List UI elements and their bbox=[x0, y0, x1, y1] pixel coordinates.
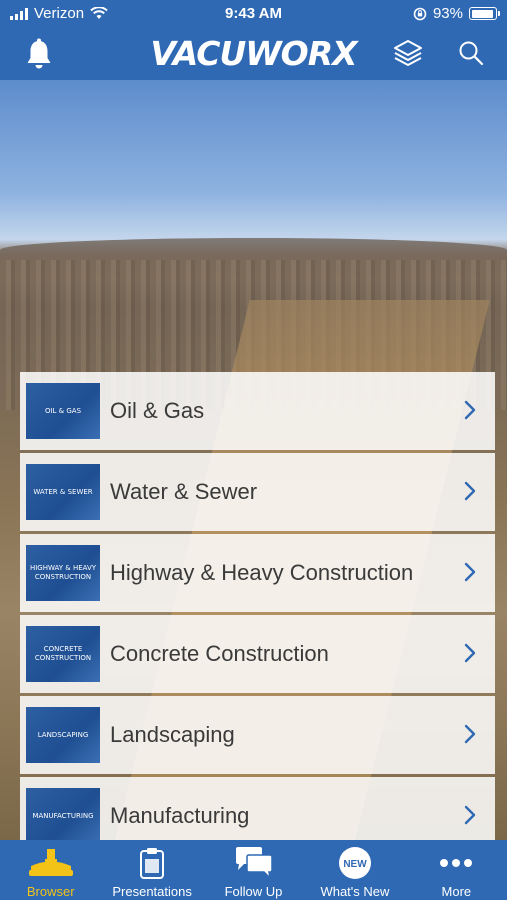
lifter-icon bbox=[28, 849, 73, 876]
new-badge-icon: NEW bbox=[338, 847, 371, 879]
category-thumbnail: WATER & SEWER bbox=[26, 464, 100, 520]
rotation-lock-icon bbox=[413, 7, 427, 20]
tab-follow-up[interactable]: Follow Up bbox=[203, 840, 304, 900]
more-dots-icon bbox=[440, 859, 473, 867]
category-thumbnail: HIGHWAY & HEAVY CONSTRUCTION bbox=[26, 545, 100, 601]
chevron-right-icon bbox=[464, 643, 476, 663]
battery-percent: 93% bbox=[432, 5, 463, 22]
category-label: Water & Sewer bbox=[110, 479, 258, 504]
category-row-highway-heavy[interactable]: HIGHWAY & HEAVY CONSTRUCTION Highway & H… bbox=[20, 534, 495, 612]
tab-more[interactable]: More bbox=[406, 840, 507, 900]
new-badge-text: NEW bbox=[343, 859, 367, 870]
tab-whats-new[interactable]: NEW What's New bbox=[304, 840, 405, 900]
tab-presentations[interactable]: Presentations bbox=[101, 840, 202, 900]
layers-icon[interactable] bbox=[392, 38, 424, 68]
category-row-oil-gas[interactable]: OIL & GAS Oil & Gas bbox=[20, 372, 495, 450]
tab-label: Presentations bbox=[112, 884, 192, 899]
app-logo: VACUWORX bbox=[150, 34, 357, 73]
battery-icon bbox=[469, 7, 500, 20]
category-row-concrete[interactable]: CONCRETE CONSTRUCTION Concrete Construct… bbox=[20, 615, 495, 693]
category-thumbnail: LANDSCAPING bbox=[26, 707, 100, 763]
category-thumbnail: OIL & GAS bbox=[26, 383, 100, 439]
category-label: Highway & Heavy Construction bbox=[110, 560, 414, 585]
category-label: Concrete Construction bbox=[110, 641, 329, 666]
app-header: VACUWORX bbox=[0, 28, 507, 80]
category-thumbnail: MANUFACTURING bbox=[26, 788, 100, 844]
category-thumbnail: CONCRETE CONSTRUCTION bbox=[26, 626, 100, 682]
category-label: Landscaping bbox=[110, 722, 235, 747]
tab-label: What's New bbox=[320, 884, 390, 899]
tab-label: More bbox=[441, 884, 472, 899]
chat-bubbles-icon bbox=[235, 847, 273, 880]
category-row-water-sewer[interactable]: WATER & SEWER Water & Sewer bbox=[20, 453, 495, 531]
chevron-right-icon bbox=[464, 481, 476, 501]
tab-label: Browser bbox=[26, 884, 75, 899]
category-label: Oil & Gas bbox=[110, 398, 205, 423]
chevron-right-icon bbox=[464, 805, 476, 825]
bottom-tab-bar: Browser Presentations Follow Up NEW What… bbox=[0, 840, 507, 900]
category-row-landscaping[interactable]: LANDSCAPING Landscaping bbox=[20, 696, 495, 774]
search-icon[interactable] bbox=[458, 40, 484, 66]
tab-browser[interactable]: Browser bbox=[0, 840, 101, 900]
clipboard-icon bbox=[140, 848, 165, 879]
chevron-right-icon bbox=[464, 724, 476, 744]
status-bar: Verizon 9:43 AM 93% bbox=[0, 0, 507, 28]
category-list: OIL & GAS Oil & Gas WATER & SEWER Water … bbox=[20, 372, 495, 858]
tab-label: Follow Up bbox=[224, 884, 283, 899]
chevron-right-icon bbox=[464, 400, 476, 420]
chevron-right-icon bbox=[464, 562, 476, 582]
